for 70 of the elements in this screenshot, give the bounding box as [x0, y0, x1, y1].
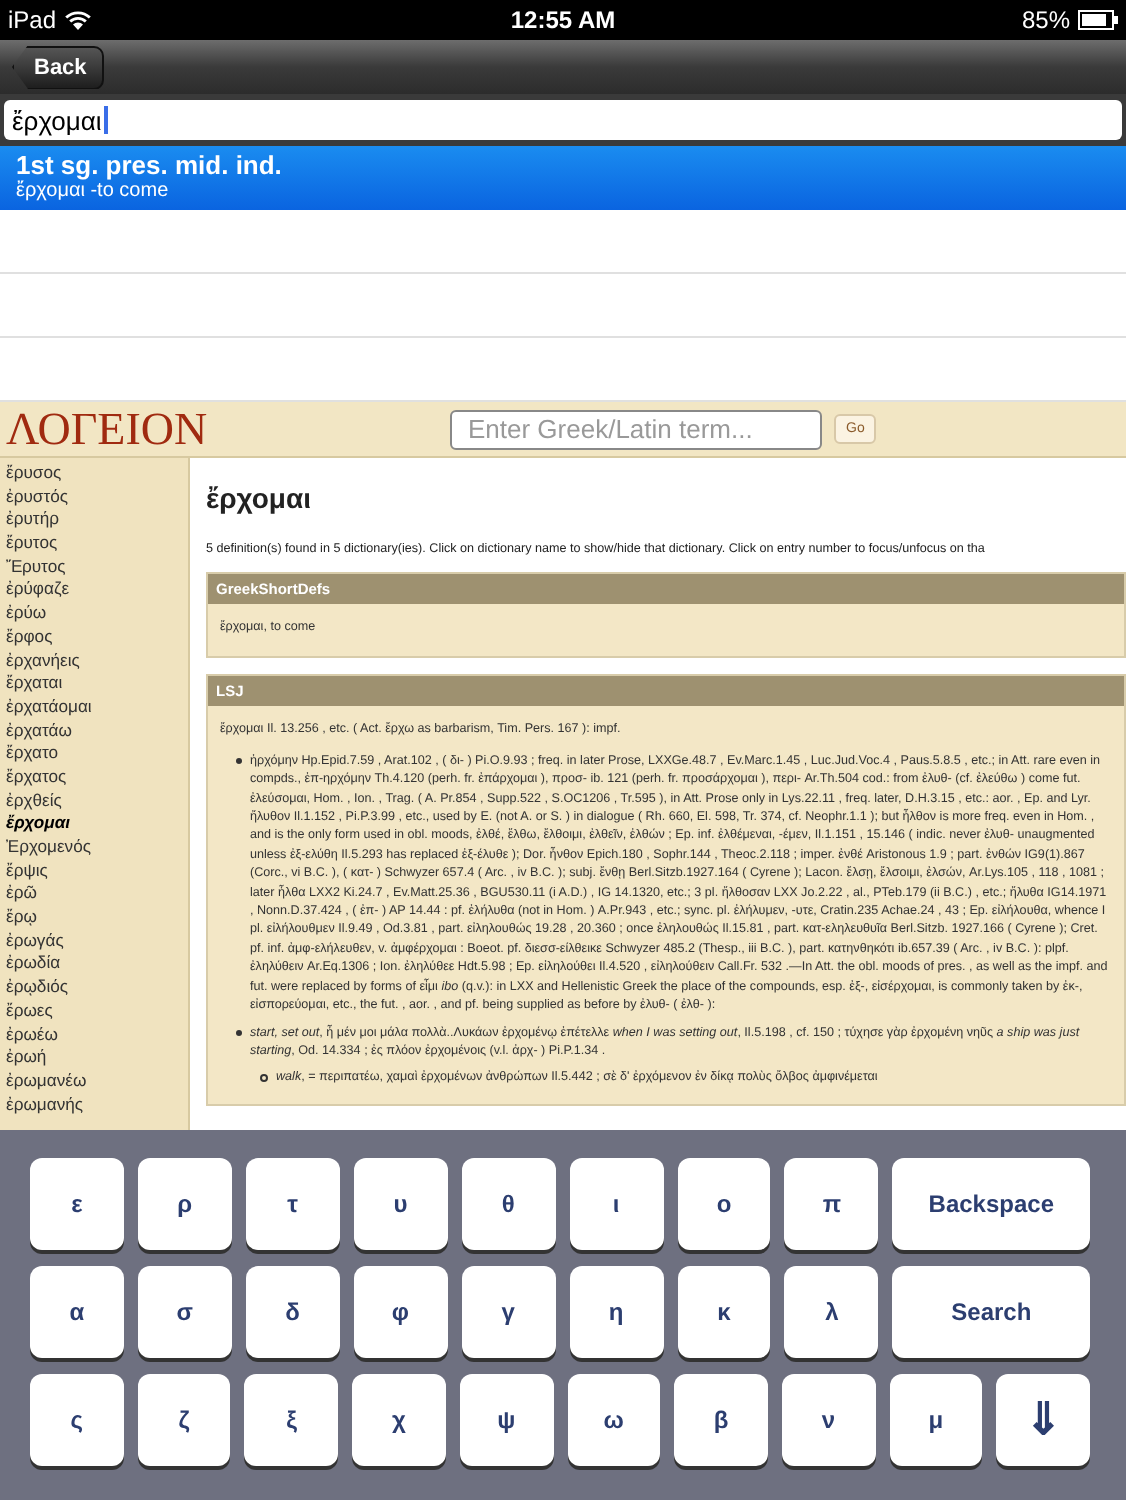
word-link[interactable]: ἔρχομαι: [6, 812, 182, 836]
keyboard-key[interactable]: σ: [137, 1266, 232, 1358]
keyboard-key[interactable]: ξ: [244, 1374, 339, 1466]
word-link[interactable]: ἐρύφαζε: [6, 578, 182, 603]
word-link[interactable]: ἐρυστός: [6, 485, 182, 509]
word-link[interactable]: Ἐρχομενός: [6, 836, 182, 860]
word-link[interactable]: ἔρυτος: [6, 532, 182, 556]
keyboard-key[interactable]: π: [784, 1158, 879, 1250]
keyboard-key[interactable]: ν: [781, 1374, 876, 1466]
word-link[interactable]: ἐρωμανής: [6, 1093, 182, 1117]
word-link[interactable]: ἐρῶ: [6, 882, 182, 907]
keyboard-key[interactable]: φ: [353, 1266, 448, 1358]
wifi-icon: [64, 9, 93, 31]
keyboard-key[interactable]: ω: [567, 1374, 661, 1466]
word-link[interactable]: ἔρχατος: [6, 765, 182, 790]
keyboard-key[interactable]: μ: [889, 1374, 983, 1466]
device-name: iPad: [8, 6, 57, 34]
word-link[interactable]: ἔρχαται: [6, 672, 182, 696]
keyboard-key[interactable]: η: [569, 1266, 664, 1358]
keyboard-key[interactable]: Search: [892, 1266, 1090, 1358]
keyboard-key[interactable]: Backspace: [892, 1158, 1090, 1250]
keyboard-key[interactable]: θ: [461, 1158, 556, 1250]
bullet-icon: [236, 1029, 242, 1035]
word-link[interactable]: ἐρχθείς: [6, 789, 182, 813]
word-link[interactable]: ἐρωή: [6, 1046, 182, 1070]
headword: ἔρχομαι: [206, 482, 313, 514]
keyboard-key[interactable]: α: [30, 1266, 124, 1358]
word-link[interactable]: ἔρωες: [6, 999, 182, 1023]
word-link[interactable]: ἐρῳδιός: [6, 976, 182, 1000]
bullet-icon: [236, 757, 242, 764]
word-link[interactable]: ἐρωγάς: [6, 929, 182, 953]
word-link[interactable]: ἐρχατάω: [6, 719, 182, 743]
keyboard-key[interactable]: ο: [677, 1158, 771, 1250]
back-button[interactable]: Back: [12, 45, 105, 89]
keyboard-key[interactable]: τ: [245, 1158, 340, 1250]
keyboard-key[interactable]: ε: [30, 1158, 124, 1250]
bullet-icon: [260, 1074, 268, 1083]
word-link[interactable]: ἔρῳ: [6, 906, 182, 930]
word-link[interactable]: ἔρψις: [6, 859, 182, 883]
keyboard-key[interactable]: ρ: [137, 1158, 232, 1250]
keyboard-key[interactable]: ⇓: [996, 1374, 1091, 1466]
logo[interactable]: ΛΟΓΕΙΟΝ: [0, 403, 450, 455]
keyboard-key[interactable]: γ: [461, 1266, 556, 1358]
word-link[interactable]: ἔρφος: [6, 625, 182, 649]
keyboard-key[interactable]: δ: [245, 1266, 340, 1358]
word-link[interactable]: ἐρυτήρ: [6, 508, 182, 533]
word-link[interactable]: ἔρυσος: [6, 462, 182, 486]
keyboard-key[interactable]: υ: [353, 1158, 448, 1250]
keyboard-key[interactable]: λ: [784, 1266, 879, 1358]
keyboard-key[interactable]: ψ: [459, 1374, 554, 1466]
clock-time: 12:55 AM: [510, 6, 616, 34]
battery-percent: 85%: [1021, 6, 1070, 34]
keyboard-key[interactable]: ζ: [137, 1374, 231, 1466]
result-row[interactable]: 1st sg. pres. mid. ind. ἔρχομαι -to come: [0, 146, 1126, 210]
word-link[interactable]: ἐρχανήεις: [6, 649, 182, 673]
battery-icon: [1078, 10, 1118, 30]
keyboard-key[interactable]: χ: [352, 1374, 446, 1466]
keyboard-key[interactable]: β: [674, 1374, 768, 1466]
keyboard-key[interactable]: κ: [677, 1266, 771, 1358]
word-link[interactable]: ἐρχατάομαι: [6, 695, 182, 720]
word-link[interactable]: ἐρωδία: [6, 952, 182, 977]
term-search-field[interactable]: Enter Greek/Latin term...: [450, 409, 822, 449]
search-field[interactable]: ἔρχομαι: [4, 100, 1122, 140]
keyboard-key[interactable]: ς: [30, 1374, 124, 1466]
keyboard-key[interactable]: ι: [569, 1158, 664, 1250]
word-link[interactable]: ἐρύω: [6, 602, 182, 626]
word-link[interactable]: ἐρωέω: [6, 1023, 182, 1047]
word-link[interactable]: ἐρωμανέω: [6, 1069, 182, 1094]
word-link[interactable]: ἔρχατο: [6, 742, 182, 766]
word-link[interactable]: Ἔρυτος: [6, 555, 182, 579]
